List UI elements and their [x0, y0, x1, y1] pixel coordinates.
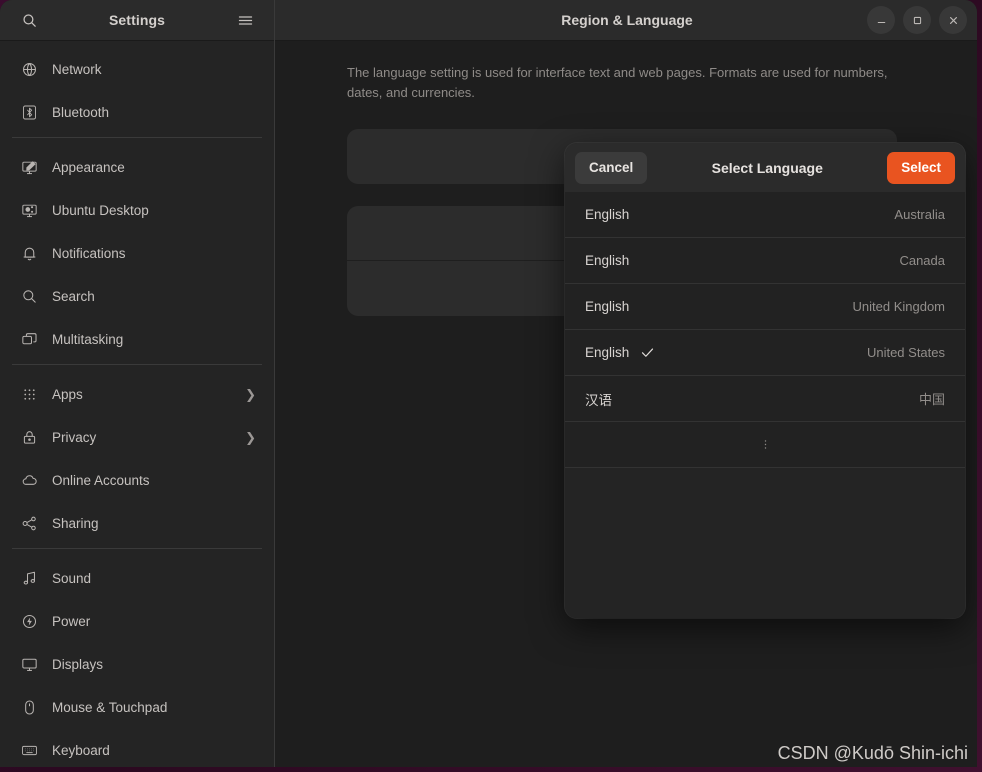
sidebar-item-bluetooth[interactable]: Bluetooth: [8, 94, 266, 130]
sidebar-item-ubuntu-desktop[interactable]: Ubuntu Desktop: [8, 192, 266, 228]
sidebar-item-displays[interactable]: Displays: [8, 646, 266, 682]
bell-icon: [20, 244, 38, 262]
sidebar-divider: [12, 364, 262, 365]
sidebar-item-label: Sound: [52, 570, 92, 586]
language-name: English: [585, 253, 630, 268]
sidebar-item-label: Notifications: [52, 245, 126, 261]
appearance-icon: [20, 158, 38, 176]
sidebar-item-privacy[interactable]: Privacy ❯: [8, 419, 266, 455]
language-name: English: [585, 299, 630, 314]
vertical-ellipsis-icon: [758, 437, 773, 452]
mouse-icon: [20, 698, 38, 716]
sidebar-item-multitasking[interactable]: Multitasking: [8, 321, 266, 357]
window-titlebar: Region & Language: [275, 0, 977, 41]
cloud-icon: [20, 471, 38, 489]
search-icon: [20, 287, 38, 305]
keyboard-icon: [20, 741, 38, 759]
settings-window: Settings Network Bluetooth Appearance Ub…: [0, 0, 977, 767]
power-icon: [20, 612, 38, 630]
close-icon[interactable]: [939, 6, 967, 34]
language-territory: Canada: [899, 253, 945, 268]
bluetooth-icon: [20, 103, 38, 121]
sidebar-item-label: Keyboard: [52, 742, 110, 758]
sidebar-title: Settings: [108, 12, 166, 28]
sidebar-item-label: Power: [52, 613, 91, 629]
network-icon: [20, 60, 38, 78]
select-language-dialog: Cancel Select Language Select English Au…: [565, 143, 965, 618]
hamburger-menu-icon[interactable]: [228, 5, 262, 35]
sidebar-item-label: Mouse & Touchpad: [52, 699, 168, 715]
lock-icon: [20, 428, 38, 446]
sidebar-item-label: Apps: [52, 386, 83, 402]
sidebar-item-label: Online Accounts: [52, 472, 150, 488]
sidebar-item-online-accounts[interactable]: Online Accounts: [8, 462, 266, 498]
sidebar-divider: [12, 137, 262, 138]
content-pane: Region & Language The language setting i…: [275, 0, 977, 767]
sidebar-item-label: Search: [52, 288, 95, 304]
list-item[interactable]: English Canada: [565, 238, 965, 284]
dialog-header: Cancel Select Language Select: [565, 143, 965, 192]
sidebar-nav-list: Network Bluetooth Appearance Ubuntu Desk…: [0, 41, 274, 767]
language-territory: United States: [866, 345, 945, 360]
window-body: Settings Network Bluetooth Appearance Ub…: [0, 0, 977, 767]
minimize-icon[interactable]: [867, 6, 895, 34]
select-button[interactable]: Select: [887, 151, 955, 184]
sidebar-item-label: Displays: [52, 656, 104, 672]
page-title: Region & Language: [561, 12, 693, 28]
list-item-selected[interactable]: English United States: [565, 330, 965, 376]
language-name: English: [585, 345, 630, 360]
search-icon[interactable]: [12, 5, 46, 35]
sidebar-item-search[interactable]: Search: [8, 278, 266, 314]
multitasking-icon: [20, 330, 38, 348]
language-list-empty-area: [565, 468, 965, 618]
language-name: English: [585, 207, 630, 222]
sidebar-item-mouse-touchpad[interactable]: Mouse & Touchpad: [8, 689, 266, 725]
sidebar-item-label: Sharing: [52, 515, 99, 531]
sidebar-header: Settings: [0, 0, 274, 41]
sidebar-item-label: Network: [52, 61, 102, 77]
dialog-title: Select Language: [711, 159, 823, 176]
chevron-right-icon: ❯: [245, 429, 256, 445]
list-item[interactable]: 汉语 中国: [565, 376, 965, 422]
chevron-right-icon: ❯: [245, 386, 256, 402]
sidebar-item-label: Multitasking: [52, 331, 124, 347]
sidebar-item-label: Appearance: [52, 159, 125, 175]
sidebar-item-label: Privacy: [52, 429, 97, 445]
sidebar-item-keyboard[interactable]: Keyboard: [8, 732, 266, 767]
language-territory: 中国: [918, 392, 945, 407]
sidebar-item-power[interactable]: Power: [8, 603, 266, 639]
apps-grid-icon: [20, 385, 38, 403]
list-item[interactable]: English United Kingdom: [565, 284, 965, 330]
list-item[interactable]: English Australia: [565, 192, 965, 238]
language-name: 汉语: [585, 392, 612, 408]
sidebar-item-network[interactable]: Network: [8, 51, 266, 87]
sidebar-item-label: Bluetooth: [52, 104, 110, 120]
maximize-icon[interactable]: [903, 6, 931, 34]
sidebar-divider: [12, 548, 262, 549]
sidebar-item-sound[interactable]: Sound: [8, 560, 266, 596]
show-more-languages-button[interactable]: [565, 422, 965, 468]
cancel-button[interactable]: Cancel: [575, 151, 648, 184]
share-icon: [20, 514, 38, 532]
window-controls: [867, 6, 967, 34]
sidebar-item-label: Ubuntu Desktop: [52, 202, 149, 218]
music-note-icon: [20, 569, 38, 587]
sidebar-item-sharing[interactable]: Sharing: [8, 505, 266, 541]
display-icon: [20, 655, 38, 673]
checkmark-icon: [640, 345, 655, 360]
sidebar: Settings Network Bluetooth Appearance Ub…: [0, 0, 275, 767]
language-territory: Australia: [894, 207, 945, 222]
sidebar-item-notifications[interactable]: Notifications: [8, 235, 266, 271]
sidebar-item-appearance[interactable]: Appearance: [8, 149, 266, 185]
language-territory: United Kingdom: [852, 299, 946, 314]
sidebar-item-apps[interactable]: Apps ❯: [8, 376, 266, 412]
intro-description: The language setting is used for interfa…: [347, 65, 888, 100]
language-list: English Australia English Canada English…: [565, 192, 965, 618]
ubuntu-desktop-icon: [20, 201, 38, 219]
